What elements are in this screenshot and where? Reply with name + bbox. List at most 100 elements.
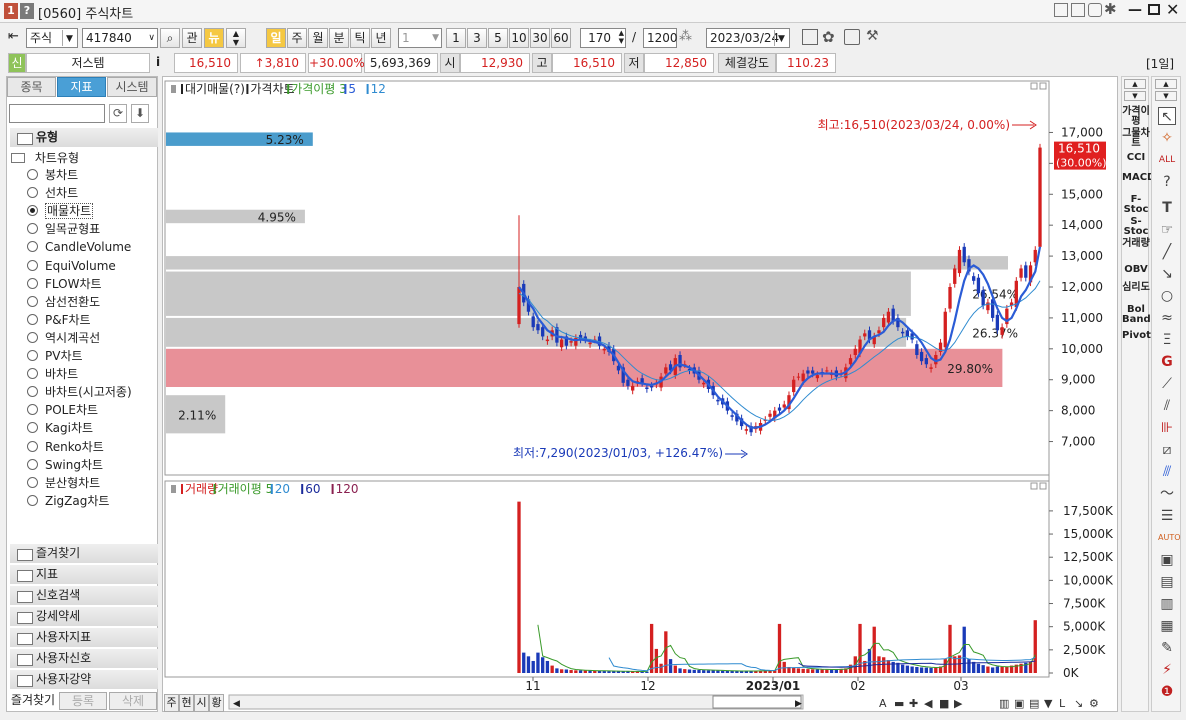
count-input[interactable]: 170 ▲ ▼ xyxy=(580,28,626,48)
trend-icon[interactable]: 〜 xyxy=(1158,485,1176,503)
up-down-stepper[interactable]: ▲ ▼ xyxy=(226,28,246,48)
stock-code-input[interactable]: 417840 ∨ xyxy=(82,28,158,48)
scroll-right-icon[interactable]: ▶ xyxy=(795,699,802,709)
nav-tool-icon[interactable]: A xyxy=(879,697,887,710)
close-icon[interactable]: ✕ xyxy=(1166,0,1179,19)
radio-icon[interactable] xyxy=(27,169,38,180)
window-icon[interactable]: ▣ xyxy=(1158,551,1176,569)
chart-type-item[interactable]: FLOW차트 xyxy=(27,275,102,293)
chart-type-item[interactable]: POLE차트 xyxy=(27,401,98,419)
bottom-tab-2[interactable]: 삭제 xyxy=(109,692,157,710)
parallel-icon[interactable]: ⫻ xyxy=(1158,463,1176,481)
watch-button[interactable]: 관 xyxy=(182,28,202,48)
indicator-shortcut[interactable]: 그물차트 xyxy=(1122,129,1150,149)
radio-icon[interactable] xyxy=(27,277,38,289)
auto-icon[interactable]: AUTO xyxy=(1158,529,1181,547)
radio-icon[interactable] xyxy=(27,422,38,434)
price-legend-item[interactable]: 대기매물(?) xyxy=(185,82,245,96)
alert-icon[interactable]: ❶ xyxy=(1158,683,1176,701)
help-badge[interactable]: ? xyxy=(20,3,34,19)
search-button[interactable]: ⌕ xyxy=(160,28,180,48)
chart-save-icon[interactable] xyxy=(802,29,818,45)
radio-icon[interactable] xyxy=(27,458,38,470)
indicator-shortcut[interactable]: CCI xyxy=(1122,153,1150,163)
chart-settings-icon[interactable]: ✿ xyxy=(822,28,835,46)
news-button[interactable]: 뉴 xyxy=(204,28,224,48)
download-icon[interactable]: ⬇ xyxy=(131,104,149,123)
tab-1[interactable]: 지표 xyxy=(57,77,106,97)
bar-chart-icon[interactable]: ▥ xyxy=(1158,595,1176,613)
chart-type-item[interactable]: ZigZag차트 xyxy=(27,492,109,510)
chart-type-item[interactable]: 바차트(시고저종) xyxy=(27,383,132,401)
folder-item[interactable]: 사용자신호 xyxy=(10,649,158,668)
chart-type-item[interactable]: 삼선전환도 xyxy=(27,293,100,311)
radio-icon[interactable] xyxy=(27,350,38,361)
chart-type-item[interactable]: 역시계곡선 xyxy=(27,329,100,347)
nav-tool-icon[interactable]: L xyxy=(1059,697,1066,710)
bottom-tab-1[interactable]: 등록 xyxy=(59,692,107,710)
nav-tool-icon[interactable]: ▤ xyxy=(1029,697,1039,710)
interval-30-button[interactable]: 30 xyxy=(530,28,550,48)
indicator-search-input[interactable] xyxy=(9,104,105,123)
radio-icon[interactable] xyxy=(27,331,38,343)
radio-icon[interactable] xyxy=(27,440,38,452)
radio-icon[interactable] xyxy=(27,241,38,253)
scroll-down-button[interactable]: ▼ xyxy=(1155,91,1177,101)
period-2-button[interactable]: 월 xyxy=(308,28,328,48)
print-icon[interactable] xyxy=(844,29,860,45)
document-icon[interactable]: ▤ xyxy=(1158,573,1176,591)
signal-icon[interactable]: ⚡ xyxy=(1158,661,1176,679)
list-icon[interactable]: ▦ xyxy=(1158,617,1176,635)
text-icon[interactable]: T xyxy=(1158,199,1176,217)
delete-all-icon[interactable]: ALL xyxy=(1158,151,1176,169)
scroll-left-icon[interactable]: ◀ xyxy=(233,699,240,709)
period-1-button[interactable]: 주 xyxy=(287,28,307,48)
volume-legend-handle[interactable] xyxy=(171,485,176,493)
chart-type-item[interactable]: 일목균형표 xyxy=(27,220,100,238)
gann-icon[interactable]: G xyxy=(1158,353,1176,371)
scroll-down-button[interactable]: ▼ xyxy=(1124,91,1146,101)
minimize-icon[interactable]: — xyxy=(1128,2,1142,18)
radio-icon[interactable] xyxy=(27,313,38,325)
chart-type-item[interactable]: CandleVolume xyxy=(27,238,131,256)
question-icon[interactable]: ? xyxy=(1158,173,1176,191)
chart-type-item[interactable]: 매물차트 xyxy=(27,202,94,220)
period-3-button[interactable]: 분 xyxy=(329,28,349,48)
radio-icon[interactable] xyxy=(27,187,38,199)
nav-tool-icon[interactable]: ▣ xyxy=(1014,697,1024,710)
chart-bottom-button[interactable]: 시 xyxy=(194,694,209,712)
chart-area[interactable]: 5.23% 4.95% 26.54% 26.37% 29.80% 2.11% 17,000 1… xyxy=(162,76,1118,712)
chart-type-item[interactable]: Kagi차트 xyxy=(27,419,93,437)
wrench-icon[interactable]: ✎ xyxy=(1158,639,1176,657)
volume-legend-item[interactable]: 거래이평 5 xyxy=(218,482,274,496)
indicator-shortcut[interactable]: Pivot xyxy=(1122,331,1151,341)
price-legend-item[interactable]: 가격이평 3 xyxy=(291,82,347,96)
indicator-shortcut[interactable]: 가격이평 xyxy=(1122,107,1150,127)
interval-10-button[interactable]: 10 xyxy=(509,28,529,48)
nav-tool-icon[interactable]: ▶ xyxy=(954,697,963,710)
chart-type-group[interactable]: 차트유형 xyxy=(11,149,79,167)
refresh-icon[interactable]: ⟳ xyxy=(109,104,127,123)
chart-bottom-button[interactable]: 주 xyxy=(164,694,179,712)
maximize-icon[interactable] xyxy=(1148,4,1160,15)
arrow-line-icon[interactable]: ↘ xyxy=(1158,265,1176,283)
indicator-shortcut[interactable]: Bol Band xyxy=(1122,305,1151,325)
radio-icon[interactable] xyxy=(27,494,38,506)
screen-number-badge[interactable]: 1 xyxy=(4,3,18,19)
radio-icon[interactable] xyxy=(27,404,38,416)
volume-legend-item[interactable]: 20 xyxy=(275,482,290,496)
chart-type-item[interactable]: EquiVolume xyxy=(27,257,116,275)
date-select[interactable]: 2023/03/24 ▼ xyxy=(706,28,790,48)
indicator-shortcut[interactable]: OBV xyxy=(1122,265,1150,275)
level-icon[interactable]: ☰ xyxy=(1158,507,1176,525)
fan-icon[interactable]: ⟋ xyxy=(1158,375,1176,393)
radio-icon[interactable] xyxy=(27,368,38,380)
interval-1-button[interactable]: 1 xyxy=(446,28,466,48)
chart-type-item[interactable]: 선차트 xyxy=(27,184,78,202)
nav-tool-icon[interactable]: ▬ xyxy=(894,697,904,710)
chart-type-item[interactable]: PV차트 xyxy=(27,347,83,365)
interval-3-button[interactable]: 3 xyxy=(467,28,487,48)
fibonacci-icon[interactable]: Ξ xyxy=(1158,331,1176,349)
period-4-button[interactable]: 틱 xyxy=(350,28,370,48)
interval-5-button[interactable]: 5 xyxy=(488,28,508,48)
